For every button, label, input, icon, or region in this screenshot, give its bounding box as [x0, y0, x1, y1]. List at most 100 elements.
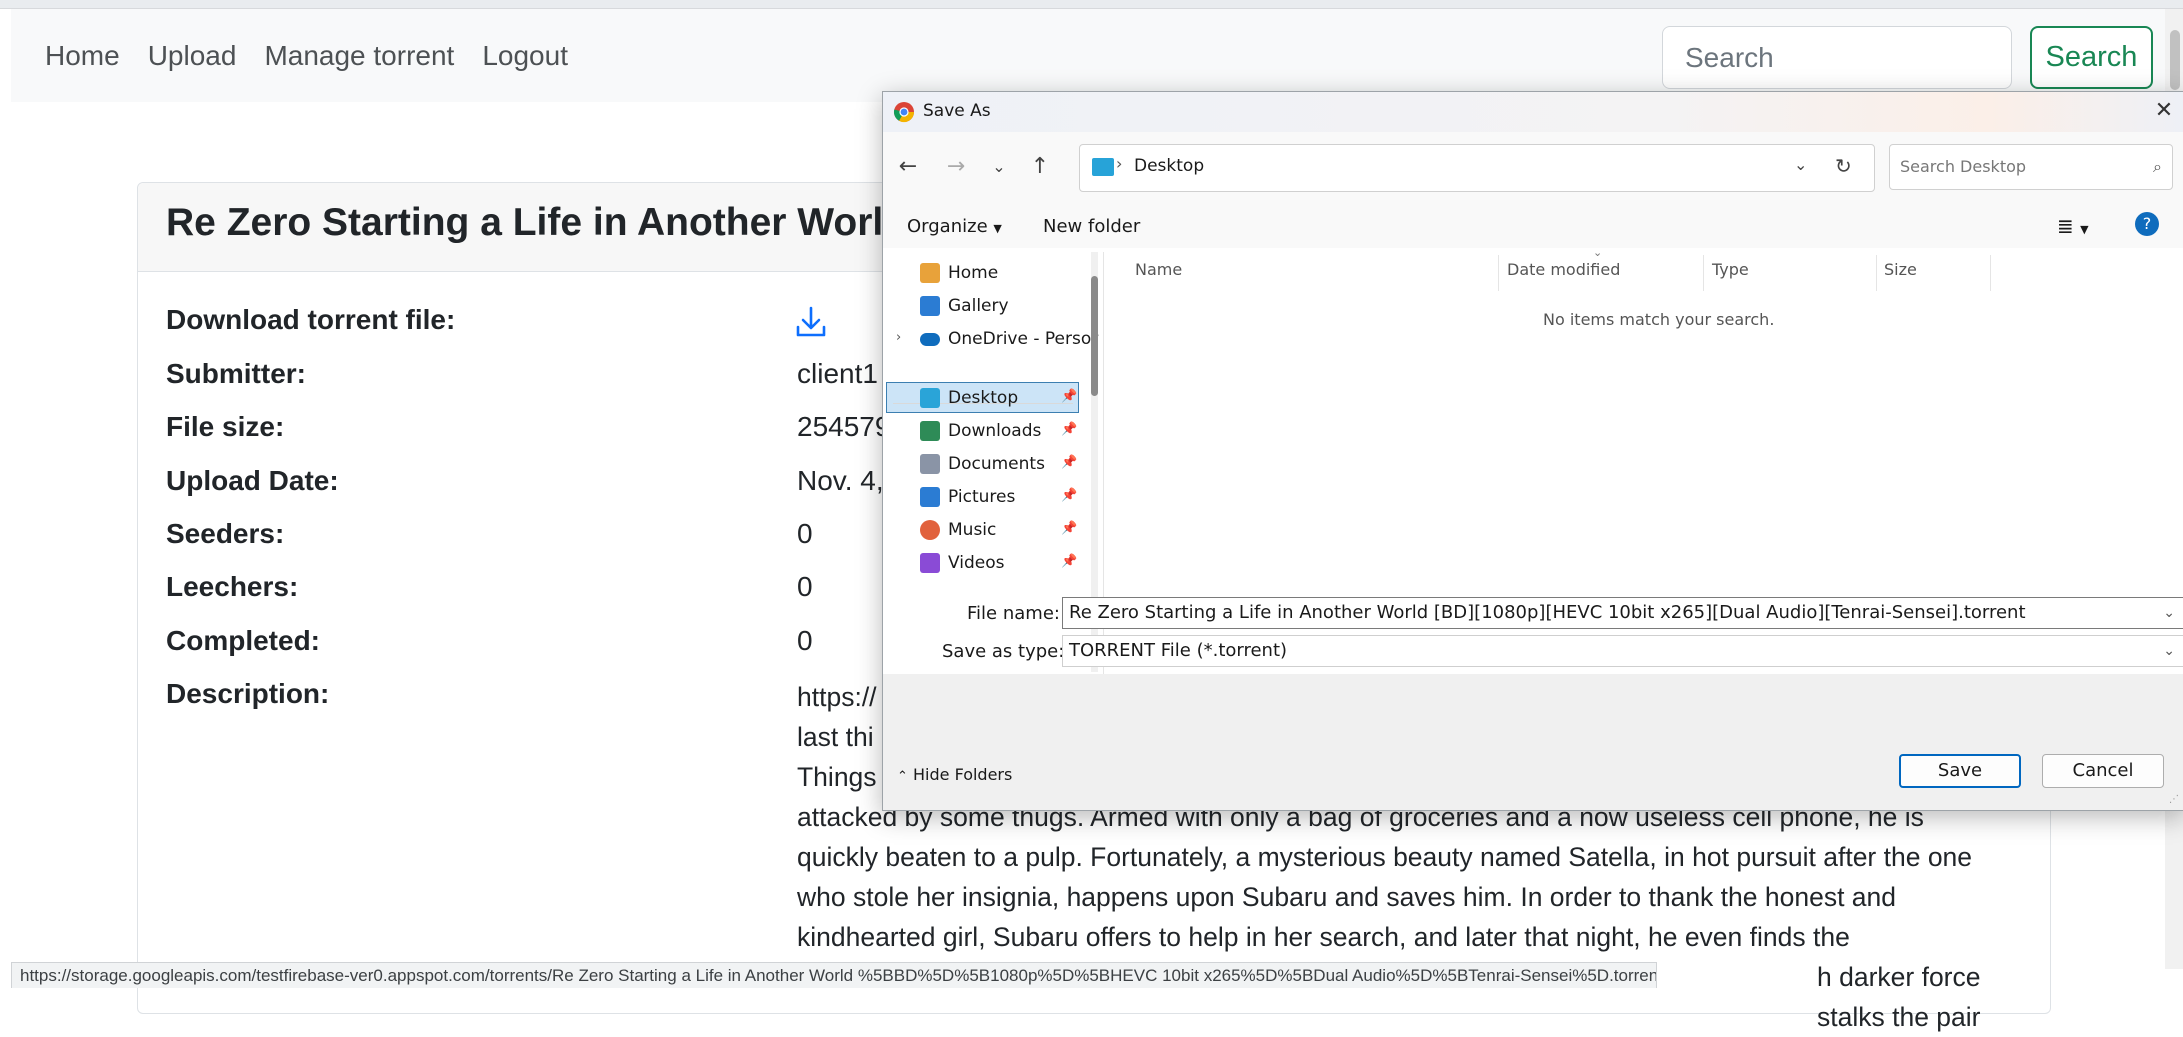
organize-label: Organize: [907, 216, 988, 237]
sort-indicator-icon: ⌄: [1593, 246, 1603, 259]
file-size-label: File size:: [166, 411, 285, 442]
nav-item-label: Music: [948, 520, 997, 540]
leechers-value: 0: [797, 571, 813, 602]
nav-home-link[interactable]: Home: [45, 40, 120, 72]
new-folder-button[interactable]: New folder: [1043, 216, 1140, 237]
save-as-type-dropdown-icon[interactable]: ⌄: [2163, 636, 2175, 666]
pin-icon: 📌: [1061, 422, 1078, 437]
search-input[interactable]: Search: [1662, 26, 2012, 89]
save-button[interactable]: Save: [1899, 754, 2021, 788]
address-dropdown-icon[interactable]: ⌄: [1794, 155, 1807, 174]
organize-dropdown-icon: ▼: [993, 222, 1002, 235]
nav-item-desktop[interactable]: Desktop: [920, 384, 1018, 412]
nav-scrollbar-thumb[interactable]: [1091, 276, 1098, 396]
back-arrow-icon[interactable]: ←: [893, 152, 923, 182]
view-options-icon[interactable]: ≣ ▼: [2057, 214, 2089, 238]
nav-item-label: Home: [948, 263, 999, 283]
up-arrow-icon[interactable]: ↑: [1025, 152, 1055, 182]
download-icon: [920, 421, 940, 441]
download-icon[interactable]: [795, 305, 827, 339]
home-icon: [920, 263, 940, 283]
column-separator[interactable]: [1876, 255, 1877, 291]
music-icon: [920, 520, 940, 540]
column-separator[interactable]: [1498, 255, 1499, 291]
cloud-icon: [920, 332, 940, 346]
column-separator[interactable]: [1990, 255, 1991, 291]
column-date-modified[interactable]: Date modified: [1507, 260, 1620, 279]
nav-item-label: Videos: [948, 553, 1005, 573]
desktop-folder-icon: [1092, 158, 1114, 176]
nav-item-onedrive[interactable]: OneDrive - Persor: [920, 325, 1098, 353]
nav-item-downloads[interactable]: Downloads: [920, 417, 1041, 445]
nav-item-label: Documents: [948, 454, 1045, 474]
nav-item-home[interactable]: Home: [920, 259, 998, 287]
cancel-button[interactable]: Cancel: [2042, 754, 2164, 788]
column-size[interactable]: Size: [1884, 260, 1917, 279]
refresh-icon[interactable]: ↻: [1835, 154, 1852, 178]
column-type[interactable]: Type: [1712, 260, 1749, 279]
nav-manage-torrent-link[interactable]: Manage torrent: [264, 40, 454, 72]
desktop-icon: [920, 388, 940, 408]
pin-icon: 📌: [1061, 488, 1078, 503]
leechers-label: Leechers:: [166, 571, 299, 602]
search-button[interactable]: Search: [2030, 26, 2153, 89]
breadcrumb-chevron-icon: ›: [1116, 154, 1123, 173]
seeders-label: Seeders:: [166, 518, 285, 549]
breadcrumb-desktop[interactable]: Desktop: [1134, 156, 1204, 176]
close-icon[interactable]: ✕: [2151, 98, 2177, 124]
description-label: Description:: [166, 678, 330, 709]
recent-locations-chevron-icon[interactable]: ⌄: [984, 152, 1014, 182]
nav-item-videos[interactable]: Videos: [920, 549, 1005, 577]
search-icon: ⌕: [2153, 157, 2162, 176]
nav-logout-link[interactable]: Logout: [482, 40, 568, 72]
pictures-icon: [920, 487, 940, 507]
nav-item-label: Desktop: [948, 388, 1019, 408]
search-desktop-input[interactable]: Search Desktop ⌕: [1889, 144, 2173, 190]
dialog-title: Save As: [923, 101, 991, 121]
nav-upload-link[interactable]: Upload: [148, 40, 237, 72]
nav-item-music[interactable]: Music: [920, 516, 996, 544]
page-scrollbar-thumb[interactable]: [2170, 30, 2180, 90]
empty-folder-message: No items match your search.: [1543, 310, 1775, 329]
nav-item-label: OneDrive - Persor: [948, 329, 1099, 349]
organize-menu[interactable]: Organize ▼: [907, 216, 1002, 237]
address-bar[interactable]: › Desktop ⌄ ↻: [1079, 144, 1875, 192]
column-name[interactable]: Name: [1135, 260, 1182, 279]
dialog-titlebar[interactable]: Save As ✕: [883, 92, 2183, 132]
column-separator[interactable]: [1703, 255, 1704, 291]
upload-date-value: Nov. 4,: [797, 465, 884, 496]
file-name-input[interactable]: Re Zero Starting a Life in Another World…: [1062, 597, 2183, 629]
completed-label: Completed:: [166, 625, 320, 656]
upload-date-label: Upload Date:: [166, 465, 339, 496]
file-name-value: Re Zero Starting a Life in Another World…: [1069, 602, 2026, 623]
forward-arrow-icon[interactable]: →: [941, 152, 971, 182]
description-line: who stole her insignia, happens upon Sub…: [797, 882, 1897, 912]
completed-value: 0: [797, 625, 813, 656]
command-bar: Organize ▼ New folder ≣ ▼ ?: [883, 204, 2183, 248]
nav-item-label: Pictures: [948, 487, 1016, 507]
description-line: quickly beaten to a pulp. Fortunately, a…: [797, 842, 1973, 872]
expand-chevron-icon[interactable]: ›: [896, 330, 901, 345]
resize-grip-icon[interactable]: ⋰: [2169, 794, 2179, 805]
link-status-bar: https://storage.googleapis.com/testfireb…: [11, 962, 1657, 988]
nav-item-documents[interactable]: Documents: [920, 450, 1045, 478]
save-as-type-select[interactable]: TORRENT File (*.torrent) ⌄: [1062, 635, 2183, 667]
videos-icon: [920, 553, 940, 573]
pin-icon: 📌: [1061, 389, 1078, 404]
save-as-type-label: Save as type:: [942, 641, 1065, 662]
pin-icon: 📌: [1061, 455, 1078, 470]
help-icon[interactable]: ?: [2135, 212, 2159, 236]
collapse-chevron-icon: ⌃: [897, 769, 908, 784]
nav-item-pictures[interactable]: Pictures: [920, 483, 1015, 511]
nav-item-label: Gallery: [948, 296, 1009, 316]
submitter-label: Submitter:: [166, 358, 306, 389]
pin-icon: 📌: [1061, 521, 1078, 536]
download-label: Download torrent file:: [166, 304, 456, 335]
save-as-type-value: TORRENT File (*.torrent): [1069, 640, 1288, 661]
nav-item-gallery[interactable]: Gallery: [920, 292, 1009, 320]
hide-folders-button[interactable]: ⌃ Hide Folders: [897, 765, 1012, 784]
file-name-label: File name:: [967, 603, 1060, 624]
search-desktop-placeholder: Search Desktop: [1900, 157, 2027, 176]
document-icon: [920, 454, 940, 474]
file-name-dropdown-icon[interactable]: ⌄: [2163, 598, 2175, 628]
